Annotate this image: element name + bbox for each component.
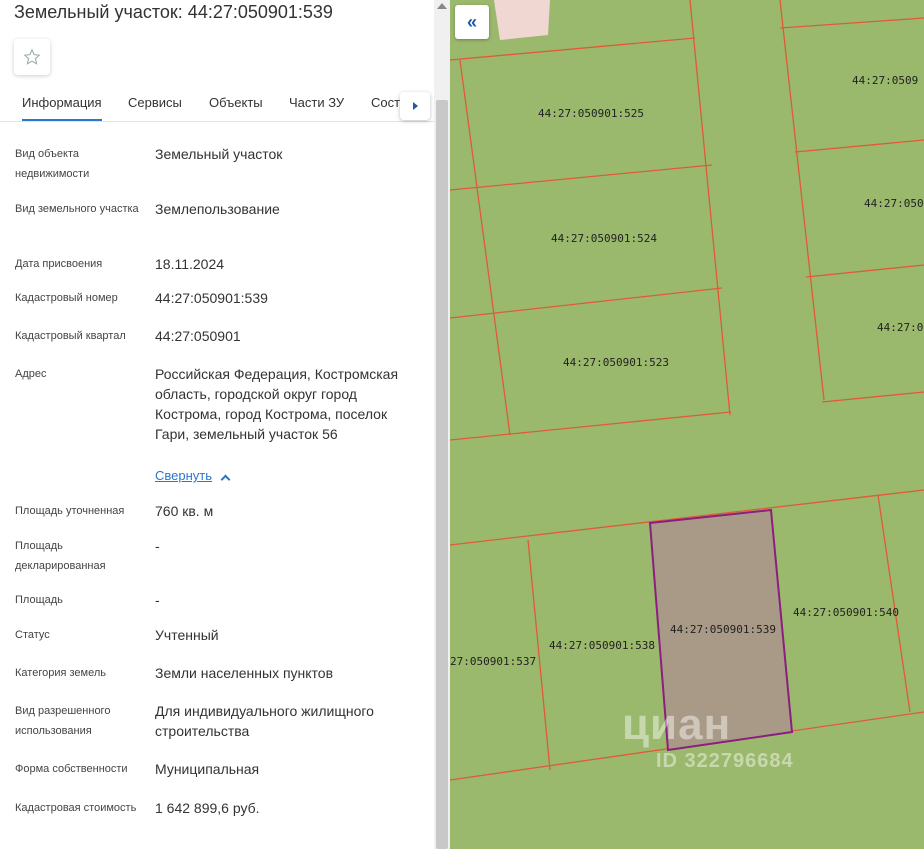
field-value: 44:27:050901:539 bbox=[155, 290, 268, 306]
field-label: Категория земель bbox=[15, 667, 106, 679]
tab-bar: Информация Сервисы Объекты Части ЗУ Сост… bbox=[0, 86, 434, 122]
field-label: Кадастровый номер bbox=[15, 292, 118, 304]
scroll-up-arrow[interactable] bbox=[437, 3, 447, 9]
field-value: 760 кв. м bbox=[155, 503, 214, 519]
field-value: Муниципальная bbox=[155, 761, 260, 777]
info-panel: Земельный участок: 44:27:050901:539 Инфо… bbox=[0, 0, 434, 849]
parcel-label-right-1[interactable]: 44:27:0509 bbox=[852, 74, 918, 87]
tab-composition[interactable]: Состав bbox=[371, 95, 401, 110]
double-chevron-left-icon: « bbox=[466, 11, 477, 32]
field-value: Землепользование bbox=[155, 201, 280, 217]
field-value: 1 642 899,6 руб. bbox=[155, 800, 260, 816]
parcel-label-right-2[interactable]: 44:27:0509 bbox=[864, 197, 924, 210]
field-label: Дата присвоения bbox=[15, 258, 103, 270]
chevron-right-icon bbox=[412, 102, 418, 110]
field-label: Вид объекта недвижимости bbox=[15, 148, 90, 180]
parcel-label-right-3[interactable]: 44:27:05 bbox=[877, 321, 924, 334]
tab-services[interactable]: Сервисы bbox=[128, 95, 182, 110]
field-label: Форма собственности bbox=[15, 763, 128, 775]
watermark-id: ID 322796684 bbox=[656, 750, 794, 772]
field-label: Площадь bbox=[15, 594, 63, 606]
collapse-address-link[interactable]: Свернуть bbox=[155, 468, 212, 483]
parcel-label-538[interactable]: 44:27:050901:538 bbox=[549, 639, 655, 652]
star-icon bbox=[23, 48, 41, 65]
tab-parts[interactable]: Части ЗУ bbox=[289, 95, 344, 110]
parcel-label-525[interactable]: 44:27:050901:525 bbox=[538, 107, 644, 120]
field-value: 18.11.2024 bbox=[155, 256, 225, 272]
watermark-logo: циан bbox=[622, 700, 732, 749]
field-label: Площадь уточненная bbox=[15, 505, 125, 517]
field-label: Кадастровый квартал bbox=[15, 330, 126, 342]
parcel-label-539[interactable]: 44:27:050901:539 bbox=[670, 623, 776, 636]
field-value: Земли населенных пунктов bbox=[155, 665, 334, 681]
parcel-label-540[interactable]: 44:27:050901:540 bbox=[793, 606, 899, 619]
field-value: Российская Федерация, Костромская област… bbox=[155, 366, 399, 442]
field-label: Вид разрешенного использования bbox=[15, 705, 111, 737]
favorite-button[interactable] bbox=[14, 39, 50, 75]
parcel-label-537[interactable]: 27:050901:537 bbox=[450, 655, 536, 668]
tabs-next-button[interactable] bbox=[400, 92, 430, 120]
parcel-label-524[interactable]: 44:27:050901:524 bbox=[551, 232, 657, 245]
field-label: Кадастровая стоимость bbox=[15, 802, 137, 814]
parcel-label-523[interactable]: 44:27:050901:523 bbox=[563, 356, 669, 369]
field-value: - bbox=[155, 592, 160, 608]
field-value: Для индивидуального жилищного строительс… bbox=[155, 703, 374, 739]
tab-information[interactable]: Информация bbox=[22, 95, 102, 121]
field-label: Вид земельного участка bbox=[15, 203, 139, 215]
adjacent-area bbox=[494, 0, 550, 40]
panel-scrollbar[interactable] bbox=[434, 0, 450, 849]
field-value: - bbox=[155, 538, 160, 554]
scroll-thumb[interactable] bbox=[436, 100, 448, 849]
field-value: 44:27:050901 bbox=[155, 328, 241, 344]
page-title: Земельный участок: 44:27:050901:539 bbox=[14, 2, 333, 22]
chevron-up-icon[interactable] bbox=[220, 474, 231, 485]
field-label: Площадь декларированная bbox=[15, 540, 106, 572]
field-value: Учтенный bbox=[155, 627, 219, 643]
collapse-panel-button[interactable]: « bbox=[455, 5, 489, 39]
field-label: Адрес bbox=[15, 368, 47, 380]
field-value: Земельный участок bbox=[155, 146, 283, 162]
field-label: Статус bbox=[15, 629, 50, 641]
tab-objects[interactable]: Объекты bbox=[209, 95, 263, 110]
